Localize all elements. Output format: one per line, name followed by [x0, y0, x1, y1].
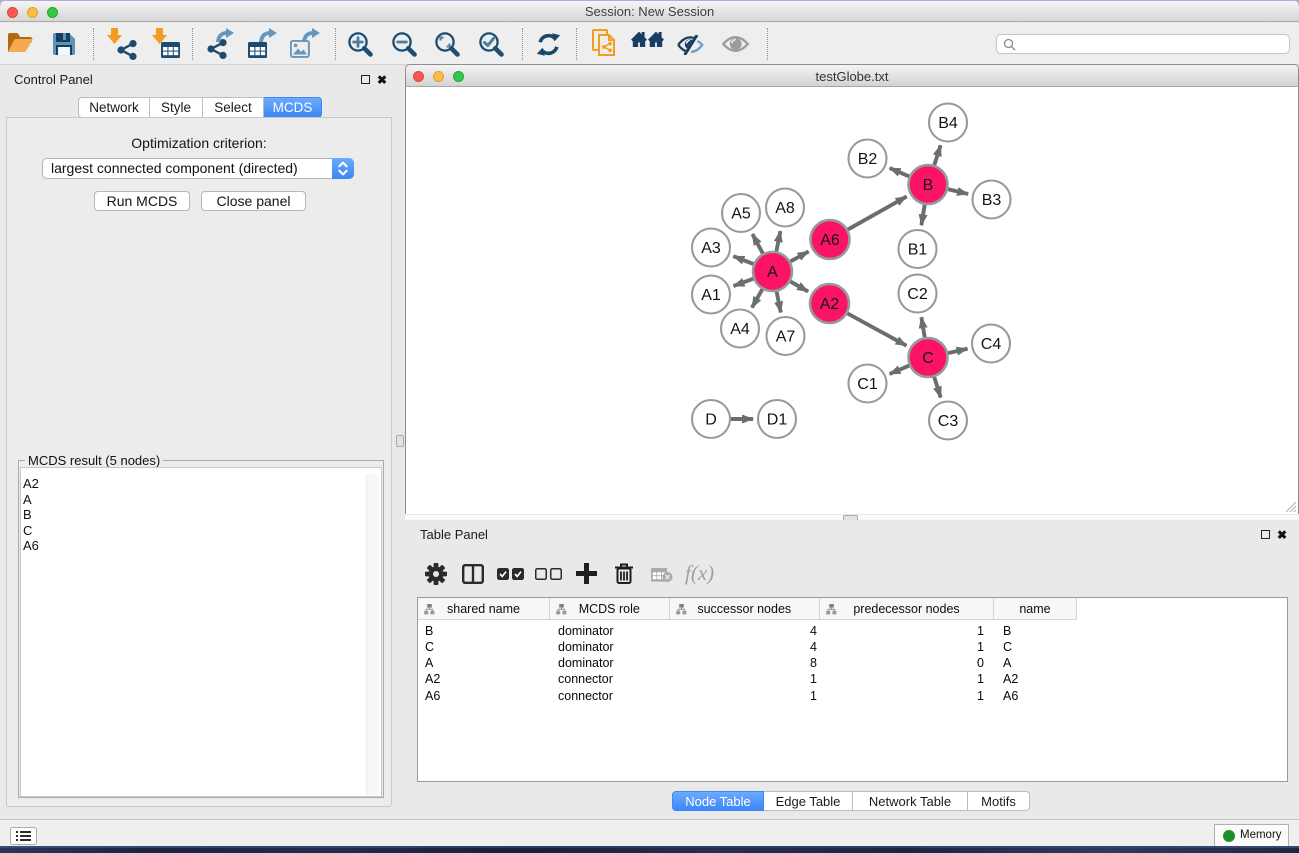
svg-text:A7: A7 [776, 329, 796, 346]
svg-text:A8: A8 [775, 200, 795, 217]
svg-text:C1: C1 [857, 376, 878, 393]
svg-text:B4: B4 [938, 115, 958, 132]
svg-text:B: B [923, 177, 934, 194]
svg-text:A2: A2 [820, 296, 840, 313]
svg-text:C2: C2 [907, 286, 928, 303]
svg-text:B3: B3 [982, 192, 1002, 209]
svg-text:A: A [767, 264, 778, 281]
svg-text:A1: A1 [701, 287, 721, 304]
svg-text:C: C [922, 350, 934, 367]
svg-text:C4: C4 [981, 336, 1002, 353]
svg-text:C3: C3 [938, 413, 959, 430]
svg-text:B1: B1 [908, 242, 928, 259]
svg-text:D1: D1 [767, 412, 788, 429]
svg-text:A3: A3 [701, 240, 721, 257]
svg-text:B2: B2 [858, 151, 878, 168]
svg-text:A5: A5 [731, 206, 751, 223]
svg-text:A6: A6 [820, 232, 840, 249]
svg-text:A4: A4 [730, 321, 750, 338]
svg-text:D: D [705, 412, 717, 429]
